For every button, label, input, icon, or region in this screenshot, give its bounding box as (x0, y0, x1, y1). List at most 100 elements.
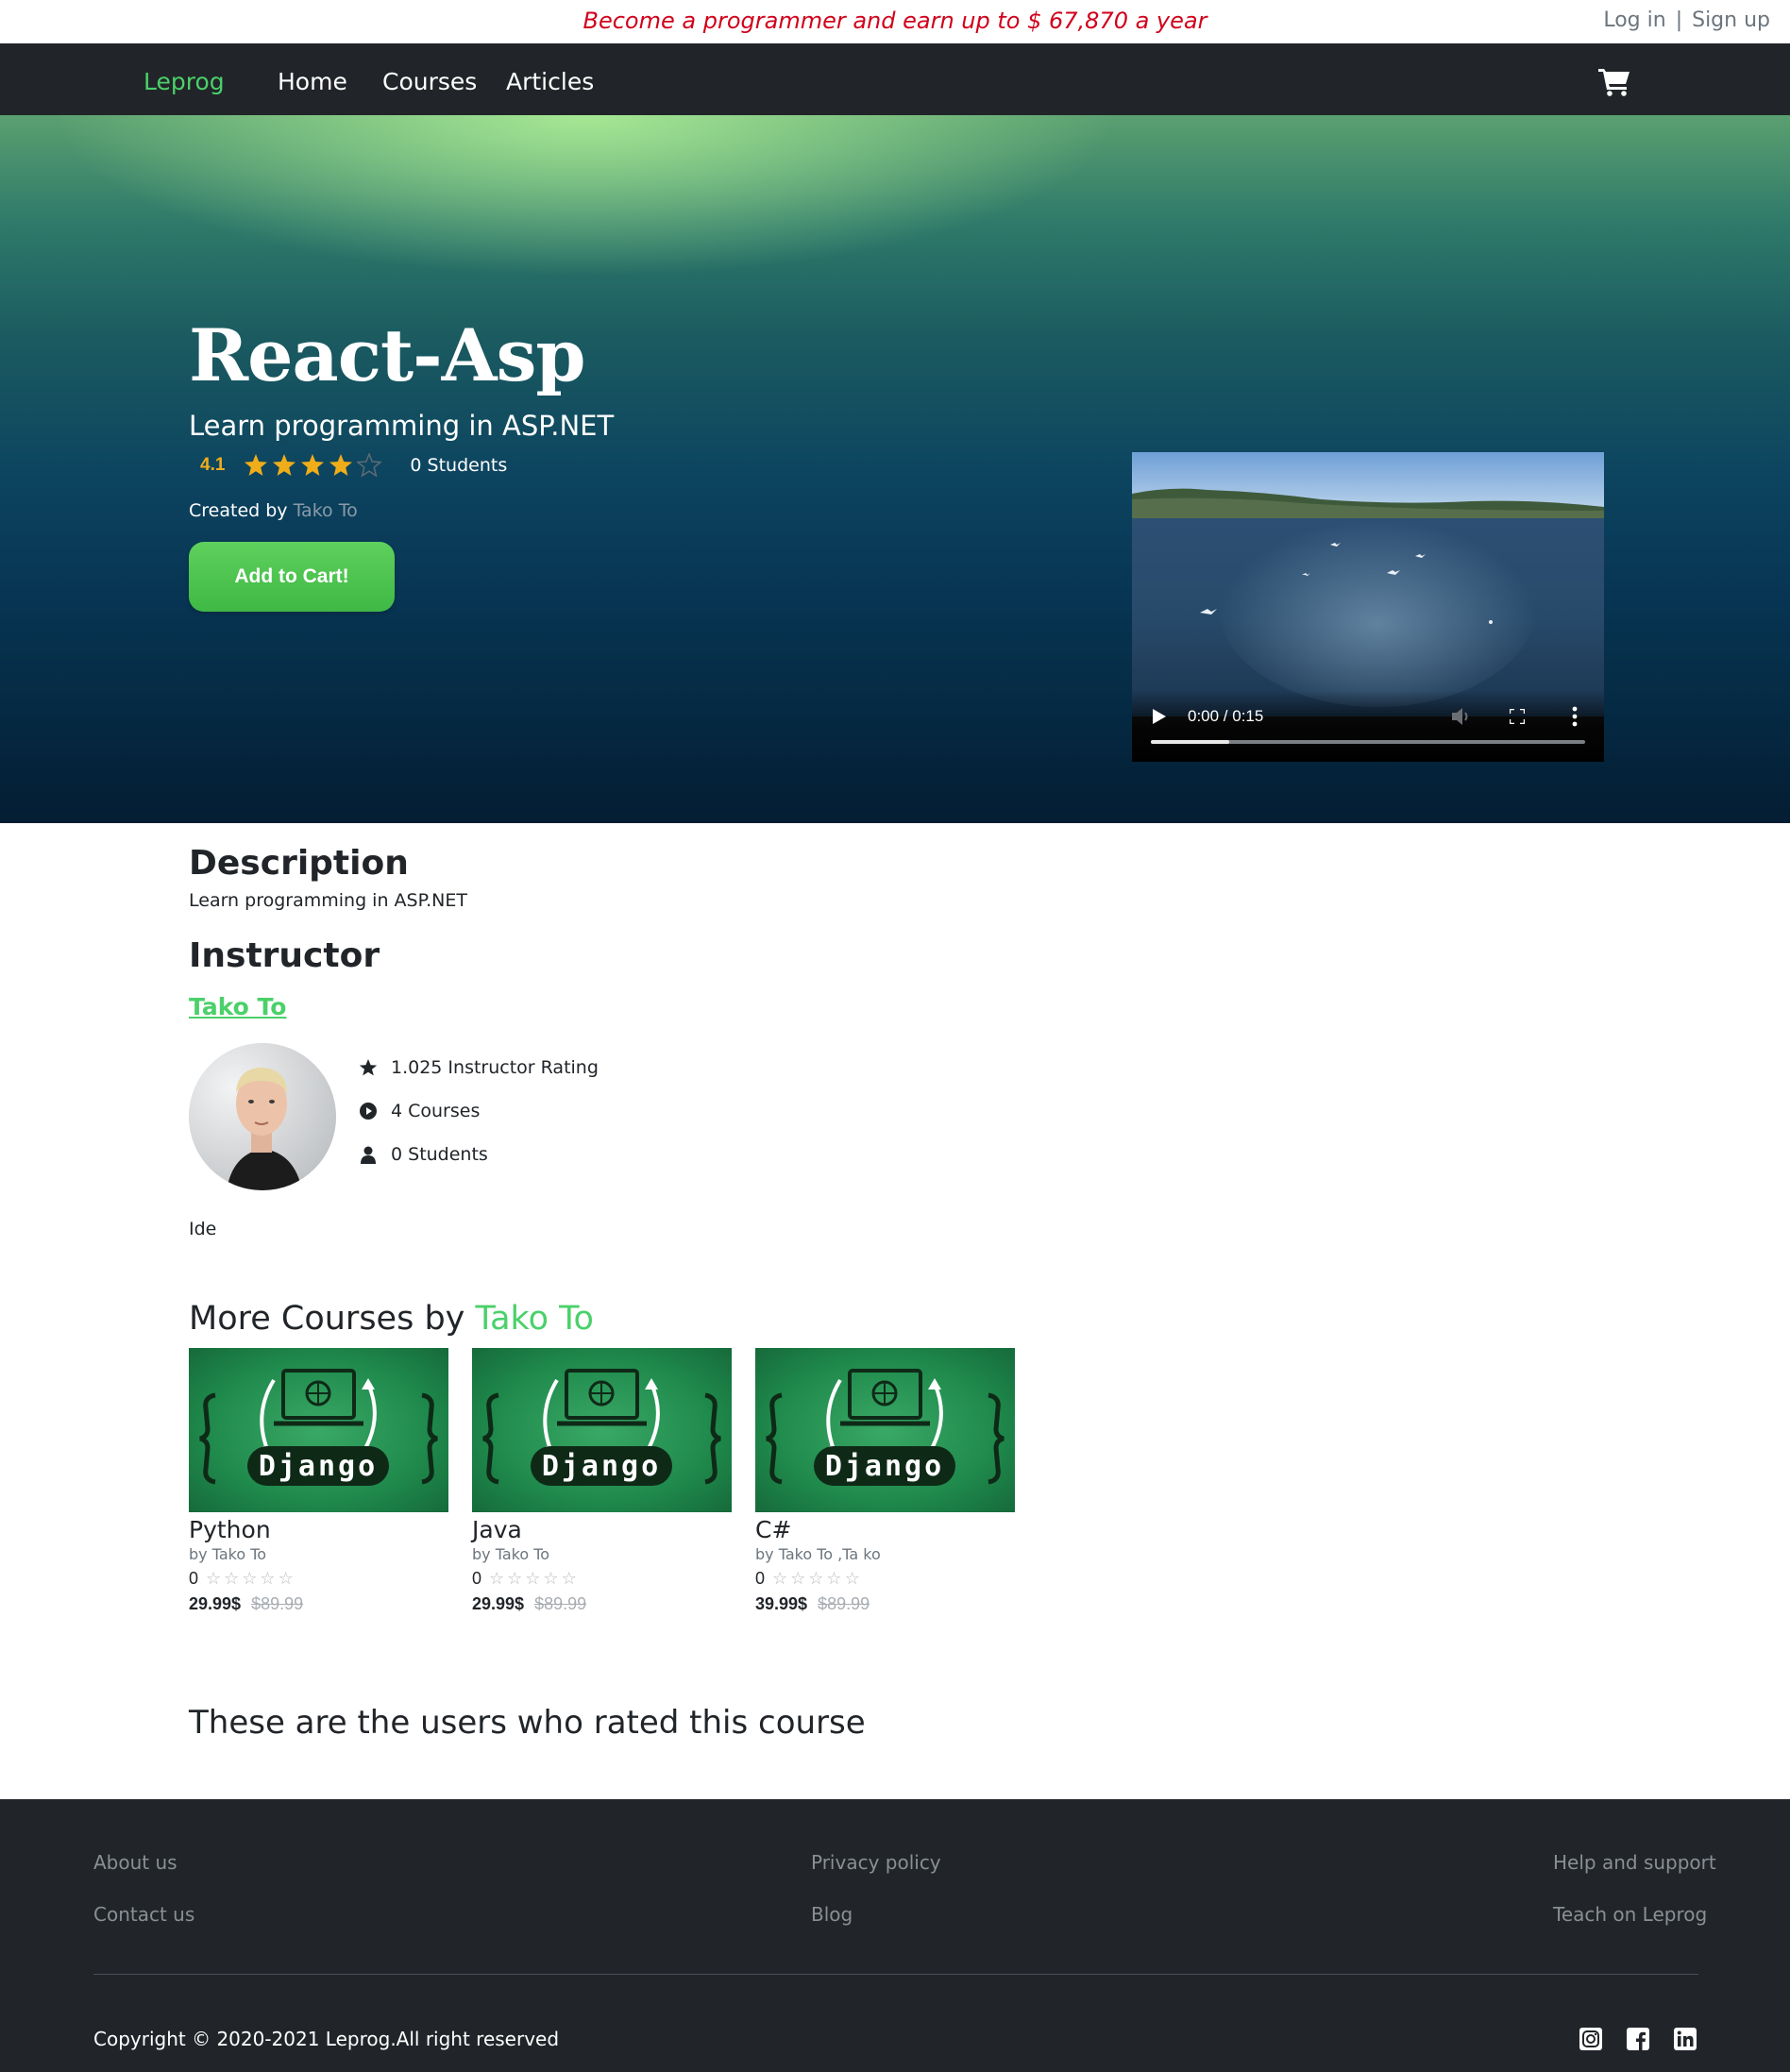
hero-section: React-Asp Learn programming in ASP.NET 4… (0, 115, 1790, 823)
star-empty-icon (357, 453, 382, 478)
cart-icon[interactable] (1598, 66, 1630, 96)
thumbnail-label: Django (814, 1446, 955, 1486)
course-card-rating-value: 0 (189, 1569, 199, 1588)
laptop-icon (482, 1369, 721, 1485)
footer-teach[interactable]: Teach on Leprog (1553, 1903, 1707, 1926)
instructor-students-text: 0 Students (391, 1144, 488, 1165)
more-options-icon[interactable] (1572, 706, 1578, 727)
volume-icon[interactable] (1452, 707, 1473, 726)
footer-contact-us[interactable]: Contact us (93, 1903, 194, 1926)
instructor-students-stat: 0 Students (359, 1144, 488, 1165)
signup-link[interactable]: Sign up (1692, 8, 1770, 32)
creator-name[interactable]: Tako To (294, 500, 358, 521)
add-to-cart-button[interactable]: Add to Cart! (189, 542, 395, 612)
star-filled-icon (301, 454, 325, 476)
laptop-icon (766, 1369, 1005, 1485)
course-subtitle: Learn programming in ASP.NET (189, 410, 615, 442)
star-icon (359, 1059, 378, 1076)
course-card-java[interactable]: Django Java by Tako To 0 ☆☆☆☆☆ 29.99$ $8… (472, 1348, 732, 1614)
instructor-rating-text: 1.025 Instructor Rating (391, 1057, 599, 1078)
course-thumbnail[interactable]: Django (189, 1348, 448, 1512)
play-icon[interactable] (1153, 709, 1166, 724)
course-card-price: 39.99$ $89.99 (755, 1594, 1015, 1614)
instructor-rating-stat: 1.025 Instructor Rating (359, 1057, 599, 1078)
star-filled-icon (245, 454, 268, 476)
course-card-title[interactable]: Python (189, 1516, 448, 1543)
footer-privacy-policy[interactable]: Privacy policy (811, 1851, 941, 1874)
course-card-csharp[interactable]: Django C# by Tako To ,Ta ko 0 ☆☆☆☆☆ 39.9… (755, 1348, 1015, 1614)
created-by-label: Created by (189, 500, 288, 521)
course-card-rating: 0 ☆☆☆☆☆ (189, 1569, 448, 1589)
login-link[interactable]: Log in (1603, 8, 1665, 32)
course-card-old-price: $89.99 (251, 1594, 304, 1613)
course-card-current-price: 39.99$ (755, 1594, 808, 1613)
course-card-title[interactable]: Java (472, 1516, 732, 1543)
instructor-courses-stat: 4 Courses (359, 1101, 480, 1121)
course-card-price: 29.99$ $89.99 (472, 1594, 732, 1614)
auth-separator: | (1675, 8, 1683, 32)
auth-links: Log in | Sign up (1603, 8, 1770, 32)
play-circle-icon (360, 1103, 377, 1120)
students-count: 0 Students (410, 455, 508, 476)
course-card-rating: 0 ☆☆☆☆☆ (755, 1569, 1015, 1589)
course-video-player[interactable]: 0:00 / 0:15 (1132, 452, 1604, 762)
footer: About us Contact us Privacy policy Blog … (0, 1799, 1790, 2072)
video-controls: 0:00 / 0:15 (1132, 690, 1604, 762)
video-time: 0:00 / 0:15 (1188, 707, 1264, 725)
course-thumbnail[interactable]: Django (755, 1348, 1015, 1512)
promo-bar: Become a programmer and earn up to $ 67,… (0, 0, 1790, 43)
instructor-name-link[interactable]: Tako To (189, 993, 286, 1020)
course-card-rating-value: 0 (472, 1569, 482, 1588)
course-card-price: 29.99$ $89.99 (189, 1594, 448, 1614)
footer-help-support[interactable]: Help and support (1553, 1851, 1716, 1874)
promo-text: Become a programmer and earn up to $ 67,… (583, 8, 1207, 34)
fullscreen-icon[interactable] (1510, 709, 1525, 724)
footer-about-us[interactable]: About us (93, 1851, 177, 1874)
laptop-icon (199, 1369, 438, 1485)
course-card-author: by Tako To (189, 1545, 267, 1563)
description-heading: Description (189, 844, 409, 883)
more-courses-instructor[interactable]: Tako To (476, 1300, 594, 1338)
course-card-rating: 0 ☆☆☆☆☆ (472, 1569, 732, 1589)
rating-value: 4.1 (200, 455, 226, 475)
facebook-icon[interactable] (1627, 2028, 1649, 2050)
course-thumbnail[interactable]: Django (472, 1348, 732, 1512)
instructor-heading: Instructor (189, 936, 380, 975)
course-card-current-price: 29.99$ (189, 1594, 242, 1613)
footer-blog[interactable]: Blog (811, 1903, 853, 1926)
thumbnail-label: Django (247, 1446, 389, 1486)
instructor-courses-text: 4 Courses (391, 1101, 481, 1121)
linkedin-icon[interactable] (1674, 2028, 1697, 2050)
footer-divider (93, 1974, 1698, 1975)
video-progress-bar[interactable] (1151, 740, 1585, 744)
navbar: Leprog Home Courses Articles (0, 43, 1790, 115)
star-filled-icon (329, 454, 353, 476)
instructor-bio: Ide (189, 1219, 217, 1239)
course-card-old-price: $89.99 (818, 1594, 870, 1613)
course-card-title[interactable]: C# (755, 1516, 1015, 1543)
instagram-icon[interactable] (1579, 2028, 1602, 2050)
instructor-avatar (189, 1043, 336, 1190)
course-card-python[interactable]: Django Python by Tako To 0 ☆☆☆☆☆ 29.99$ … (189, 1348, 448, 1614)
nav-courses[interactable]: Courses (382, 68, 477, 95)
course-card-stars: ☆☆☆☆☆ (772, 1569, 863, 1589)
brand-logo[interactable]: Leprog (144, 68, 225, 95)
course-title: React-Asp (189, 313, 586, 397)
course-card-rating-value: 0 (755, 1569, 766, 1588)
description-text: Learn programming in ASP.NET (189, 890, 467, 911)
nav-articles[interactable]: Articles (506, 68, 594, 95)
video-progress-fill (1151, 740, 1229, 744)
course-card-author: by Tako To (472, 1545, 550, 1563)
course-card-current-price: 29.99$ (472, 1594, 525, 1613)
more-courses-heading: More Courses by Tako To (189, 1300, 594, 1338)
star-filled-icon (273, 454, 296, 476)
nav-home[interactable]: Home (278, 68, 347, 95)
course-rating: 4.1 0 Students (200, 449, 507, 481)
copyright-text: Copyright © 2020-2021 Leprog.All right r… (93, 2028, 560, 2050)
course-card-old-price: $89.99 (534, 1594, 587, 1613)
more-courses-prefix: More Courses by (189, 1300, 465, 1338)
course-card-stars: ☆☆☆☆☆ (206, 1569, 296, 1589)
video-frame (1132, 452, 1604, 716)
created-by: Created by Tako To (189, 500, 358, 521)
rated-users-heading: These are the users who rated this cours… (189, 1704, 866, 1742)
